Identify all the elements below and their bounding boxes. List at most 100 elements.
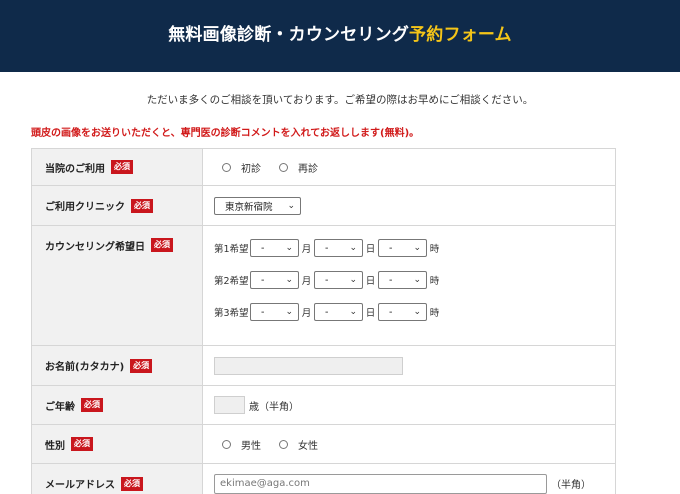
date-choice-label: 第2希望 [214, 276, 249, 287]
value-age: 歳（半角） [203, 386, 616, 424]
date-choice-2: 第2希望 - ⌄ 月 - ⌄ 日 - ⌄ 時 [214, 271, 442, 289]
select-value: - [325, 274, 329, 286]
age-input[interactable] [214, 396, 245, 414]
row-visit: 当院のご利用 必須 初診 再診 [31, 149, 616, 186]
chevron-down-icon: ⌄ [349, 307, 357, 317]
row-clinic: ご利用クリニック 必須 東京新宿院 ⌄ [31, 186, 616, 226]
month-select[interactable]: - ⌄ [250, 239, 299, 257]
label-gender-text: 性別 [45, 440, 65, 452]
select-value: - [261, 274, 265, 286]
email-placeholder: ekimae@aga.com [220, 478, 310, 489]
date-choice-label: 第1希望 [214, 244, 249, 255]
label-clinic-text: ご利用クリニック [45, 202, 125, 213]
chevron-down-icon: ⌄ [413, 243, 421, 253]
label-age: ご年齢 必須 [31, 386, 203, 424]
radio-first-visit-label: 初診 [241, 163, 261, 175]
label-email: メールアドレス 必須 [31, 464, 203, 494]
required-badge: 必須 [131, 198, 153, 213]
required-badge: 必須 [111, 160, 133, 174]
form-header: 無料画像診断・カウンセリング予約フォーム [0, 0, 680, 72]
email-input[interactable]: ekimae@aga.com [214, 473, 547, 494]
required-badge: 必須 [130, 358, 153, 373]
label-visit: 当院のご利用 必須 [31, 149, 203, 185]
chevron-down-icon: ⌄ [349, 275, 357, 285]
form-title-main: 無料画像診断・カウンセリング [168, 25, 410, 45]
radio-circle-icon[interactable] [222, 439, 231, 449]
hour-unit: 時 [429, 308, 440, 319]
select-value: - [325, 306, 329, 318]
chevron-down-icon: ⌄ [285, 307, 293, 317]
hour-unit: 時 [429, 244, 440, 255]
chevron-down-icon: ⌄ [285, 275, 293, 285]
label-name-text: お名前(カタカナ) [45, 362, 125, 373]
required-badge: 必須 [71, 437, 93, 451]
value-gender: 男性 女性 [203, 425, 616, 463]
clinic-select-value: 東京新宿院 [225, 201, 273, 213]
month-select[interactable]: - ⌄ [250, 303, 299, 321]
label-counseling-text: カウンセリング希望日 [45, 242, 145, 253]
select-value: - [389, 274, 393, 286]
value-visit: 初診 再診 [203, 149, 616, 185]
date-choice-3: 第3希望 - ⌄ 月 - ⌄ 日 - ⌄ 時 [214, 303, 442, 321]
month-select[interactable]: - ⌄ [250, 271, 299, 289]
radio-male-label: 男性 [241, 440, 261, 452]
radio-first-visit[interactable]: 初診 [222, 160, 261, 175]
row-gender: 性別 必須 男性 女性 [31, 425, 616, 464]
form-title: 無料画像診断・カウンセリング予約フォーム [0, 20, 680, 45]
radio-circle-icon[interactable] [222, 162, 231, 172]
label-age-text: ご年齢 [45, 401, 75, 413]
month-unit: 月 [301, 308, 312, 319]
row-counseling-date: カウンセリング希望日 必須 第1希望 - ⌄ 月 - ⌄ 日 - ⌄ 時 第2希望 -… [31, 226, 616, 346]
day-unit: 日 [365, 308, 376, 319]
value-clinic: 東京新宿院 ⌄ [203, 186, 616, 225]
month-unit: 月 [301, 244, 312, 255]
radio-male[interactable]: 男性 [222, 437, 261, 452]
hour-select[interactable]: - ⌄ [378, 271, 427, 289]
day-select[interactable]: - ⌄ [314, 239, 363, 257]
hour-unit: 時 [429, 276, 440, 287]
date-choice-label: 第3希望 [214, 308, 249, 319]
name-input[interactable] [214, 356, 403, 375]
row-email: メールアドレス 必須 ekimae@aga.com （半角） [31, 464, 616, 494]
label-counseling-date: カウンセリング希望日 必須 [31, 226, 203, 345]
chevron-down-icon: ⌄ [413, 307, 421, 317]
date-choice-1: 第1希望 - ⌄ 月 - ⌄ 日 - ⌄ 時 [214, 239, 442, 257]
reservation-form: 当院のご利用 必須 初診 再診 ご利用クリニック 必須 東京新宿院 ⌄ カウンセ… [31, 148, 616, 494]
required-badge: 必須 [121, 476, 143, 491]
chevron-down-icon: ⌄ [349, 243, 357, 253]
select-value: - [389, 242, 393, 254]
chevron-down-icon: ⌄ [285, 243, 293, 253]
label-email-text: メールアドレス [45, 480, 115, 491]
form-title-accent: 予約フォーム [409, 25, 512, 45]
month-unit: 月 [301, 276, 312, 287]
required-badge: 必須 [81, 398, 103, 412]
select-value: - [389, 306, 393, 318]
value-email: ekimae@aga.com （半角） [203, 464, 616, 494]
intro-text: ただいま多くのご相談を頂いております。ご希望の際はお早めにご相談ください。 [146, 94, 534, 106]
radio-return-visit-label: 再診 [298, 163, 318, 175]
radio-circle-icon[interactable] [279, 162, 288, 172]
radio-female[interactable]: 女性 [279, 437, 318, 452]
hour-select[interactable]: - ⌄ [378, 239, 427, 257]
select-value: - [325, 242, 329, 254]
row-age: ご年齢 必須 歳（半角） [31, 386, 616, 425]
radio-circle-icon[interactable] [279, 439, 288, 449]
day-select[interactable]: - ⌄ [314, 271, 363, 289]
label-clinic: ご利用クリニック 必須 [31, 186, 203, 225]
required-badge: 必須 [151, 238, 173, 252]
age-suffix: 歳（半角） [249, 401, 299, 413]
clinic-select[interactable]: 東京新宿院 ⌄ [214, 196, 301, 215]
label-name: お名前(カタカナ) 必須 [31, 346, 203, 385]
value-name [203, 346, 616, 385]
day-select[interactable]: - ⌄ [314, 303, 363, 321]
label-gender: 性別 必須 [31, 425, 203, 463]
radio-return-visit[interactable]: 再診 [279, 160, 318, 175]
notice-text: 頭皮の画像をお送りいただくと、専門医の診断コメントを入れてお返しします(無料)。 [31, 128, 420, 139]
row-name: お名前(カタカナ) 必須 [31, 346, 616, 386]
email-suffix: （半角） [551, 480, 591, 491]
radio-female-label: 女性 [298, 440, 318, 452]
chevron-down-icon: ⌄ [287, 200, 295, 211]
chevron-down-icon: ⌄ [413, 275, 421, 285]
hour-select[interactable]: - ⌄ [378, 303, 427, 321]
label-visit-text: 当院のご利用 [45, 163, 105, 175]
